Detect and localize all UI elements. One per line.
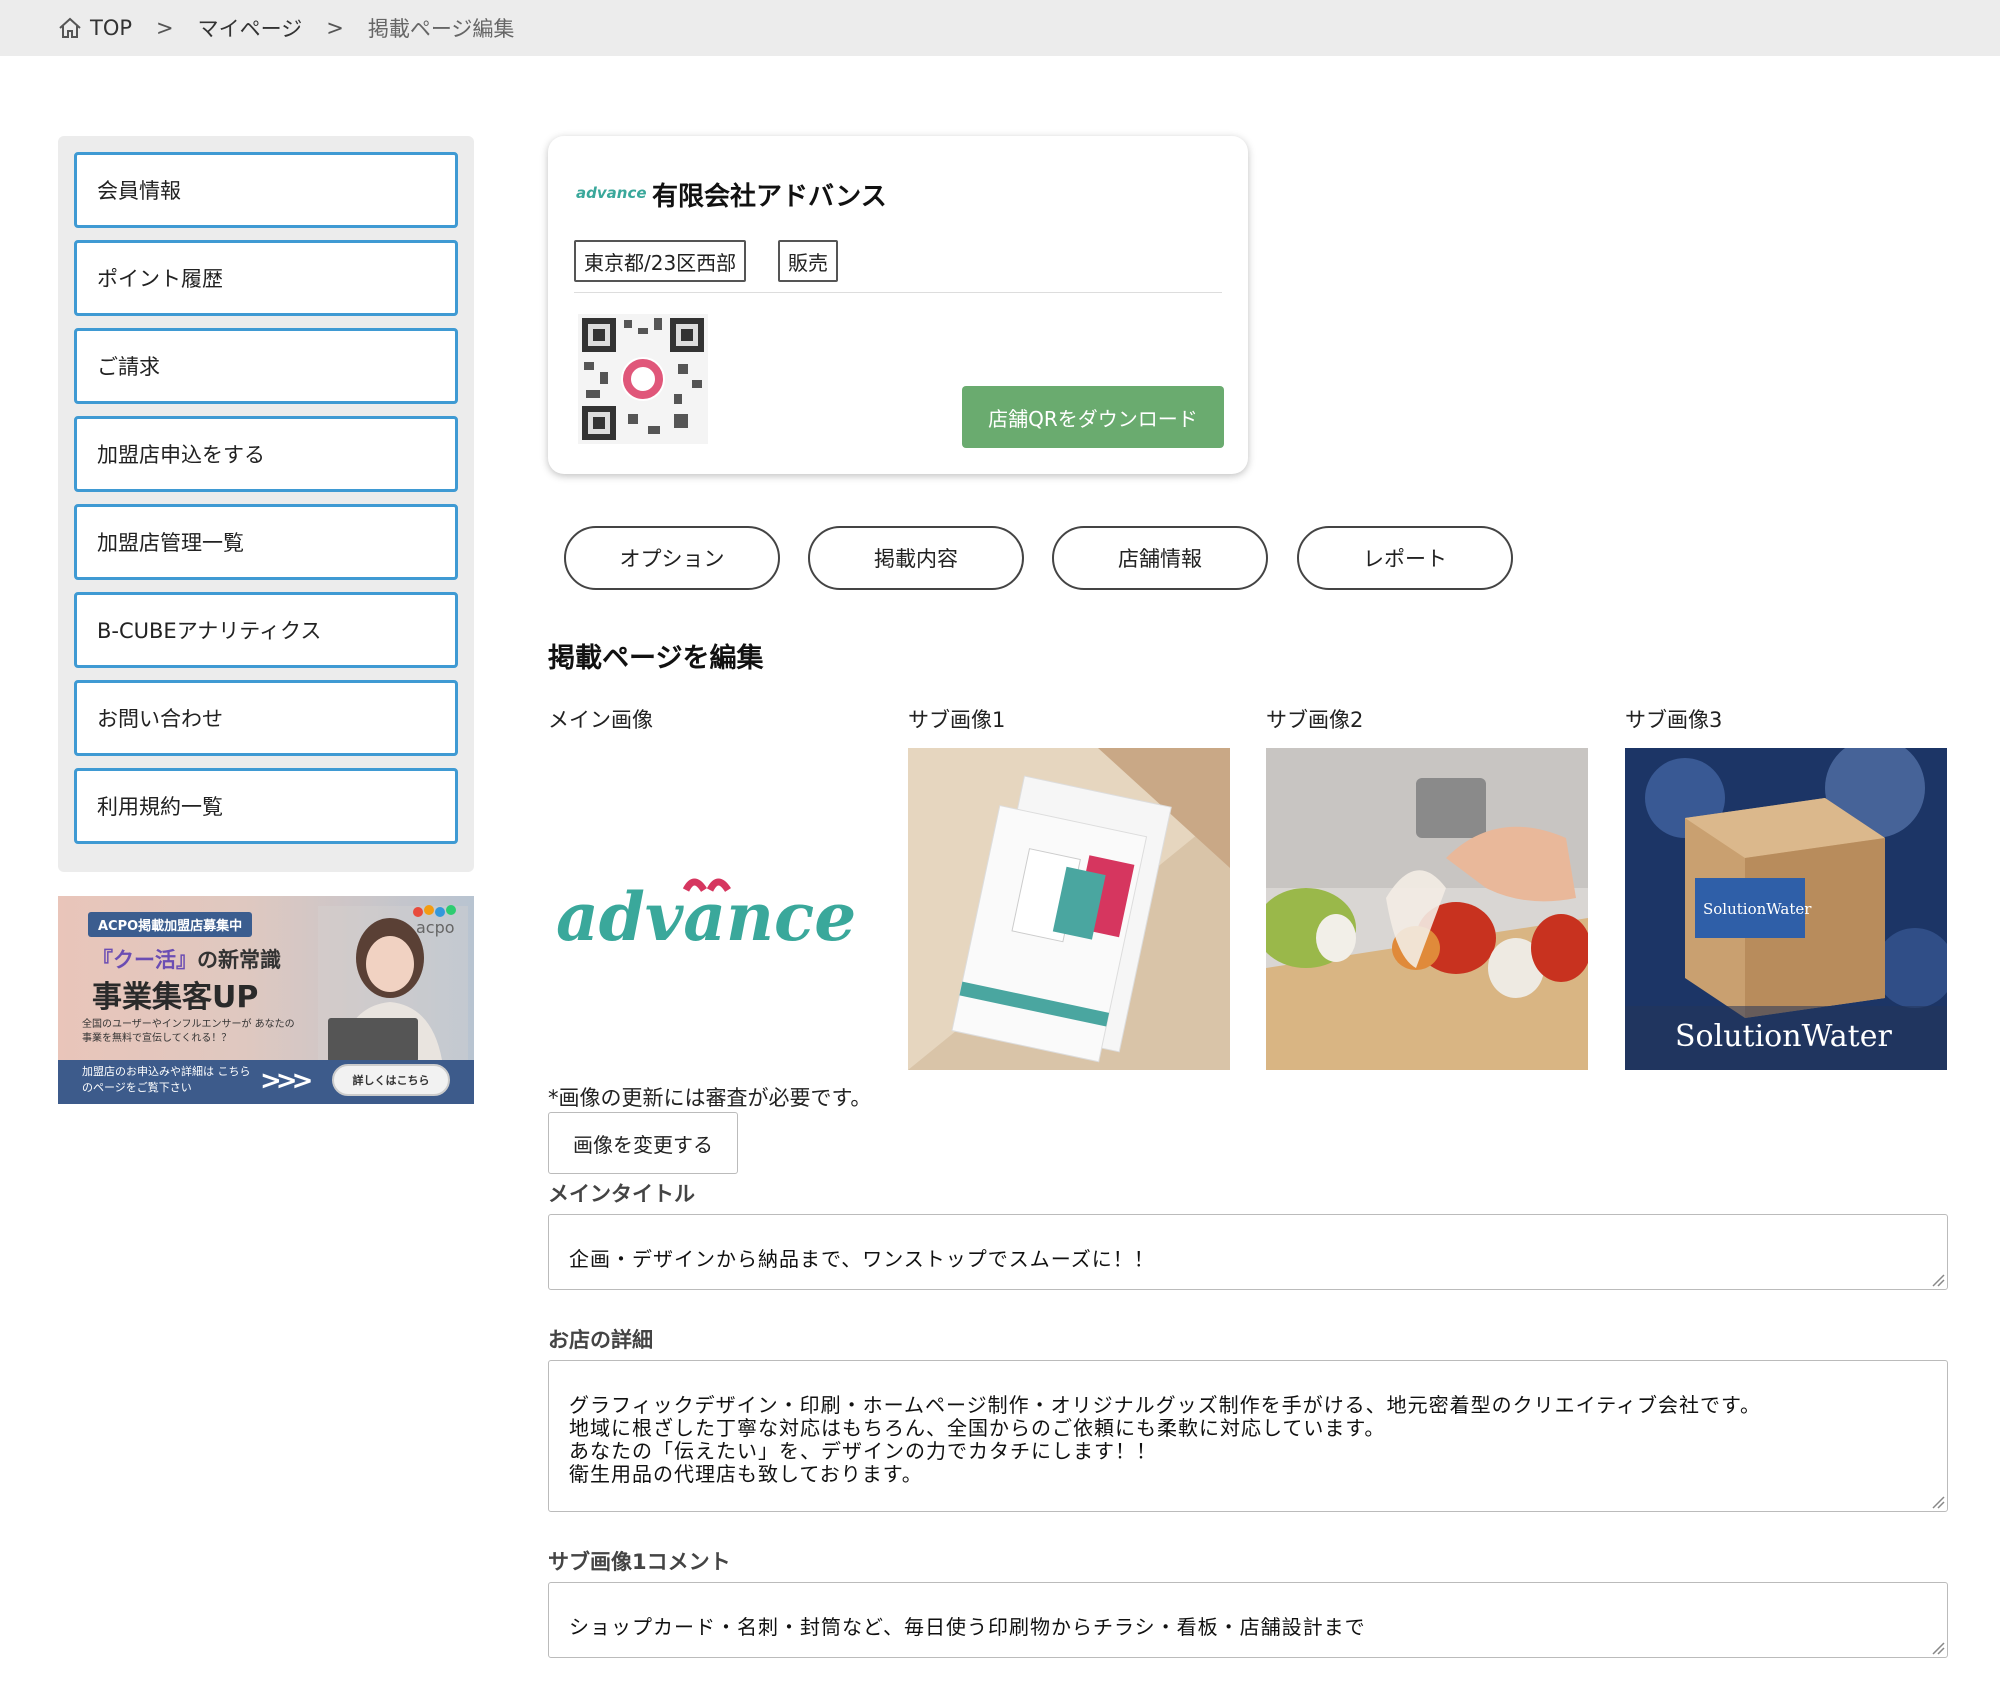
sidebar: 会員情報 ポイント履歴 ご請求 加盟店申込をする 加盟店管理一覧 B-CUBEア…	[58, 136, 474, 872]
qr-code-icon	[578, 314, 708, 444]
store-area-tag: 東京都/23区西部	[574, 240, 747, 282]
sidebar-item-member-info[interactable]: 会員情報	[74, 152, 458, 228]
sub1-comment-field[interactable]: ショップカード・名刺・封筒など、毎日使う印刷物からチラシ・看板・店舗設計まで	[548, 1582, 1948, 1658]
resize-grip-icon[interactable]	[1931, 1495, 1945, 1509]
sidebar-item-label: 加盟店申込をする	[97, 443, 265, 467]
qr-download-button[interactable]: 店舗QRをダウンロード	[962, 386, 1224, 448]
acpo-logo-text: acpo	[416, 918, 455, 937]
breadcrumb: TOP > マイページ > 掲載ページ編集	[0, 0, 2000, 56]
image-review-note: *画像の更新には審査が必要です。	[548, 1086, 872, 1110]
sidebar-item-label: B-CUBEアナリティクス	[97, 619, 322, 643]
kitchen-photo	[1266, 748, 1588, 1070]
main-image: advance	[548, 748, 870, 1070]
sidebar-item-label: ポイント履歴	[97, 267, 223, 291]
sidebar-item-label: ご請求	[97, 355, 160, 379]
sidebar-item-point-history[interactable]: ポイント履歴	[74, 240, 458, 316]
store-detail-label: お店の詳細	[548, 1328, 653, 1352]
sidebar-item-contact[interactable]: お問い合わせ	[74, 680, 458, 756]
tab-listing-content[interactable]: 掲載内容	[808, 526, 1024, 590]
tab-report[interactable]: レポート	[1297, 526, 1513, 590]
breadcrumb-mypage-link[interactable]: マイページ	[198, 13, 303, 43]
banner-subtext: 全国のユーザーやインフルエンサーが あなたの事業を無料で宣伝してくれる！？	[82, 1019, 295, 1044]
sidebar-item-label: お問い合わせ	[97, 707, 223, 731]
svg-text:SolutionWater: SolutionWater	[1703, 900, 1812, 918]
main-title-label: メインタイトル	[548, 1182, 695, 1206]
store-detail-field[interactable]: グラフィックデザイン・印刷・ホームページ制作・オリジナルグッズ制作を手がける、地…	[548, 1360, 1948, 1512]
banner-headline: 『クー活』の新常識	[92, 948, 281, 972]
breadcrumb-separator: >	[326, 16, 344, 40]
sub1-comment-label: サブ画像1コメント	[548, 1550, 731, 1574]
resize-grip-icon[interactable]	[1931, 1641, 1945, 1655]
svg-text:SolutionWater: SolutionWater	[1675, 1019, 1892, 1054]
breadcrumb-top-link[interactable]: TOP	[90, 16, 132, 40]
sub-image-2-label: サブ画像2	[1266, 708, 1364, 732]
store-detail-value: グラフィックデザイン・印刷・ホームページ制作・オリジナルグッズ制作を手がける、地…	[569, 1393, 1761, 1486]
recruit-banner[interactable]: acpo ACPO掲載加盟店募集中 『クー活』の新常識 事業集客UP 全国のユー…	[58, 896, 474, 1104]
sidebar-item-terms[interactable]: 利用規約一覧	[74, 768, 458, 844]
sub-image-1-label: サブ画像1	[908, 708, 1006, 732]
banner-more-button[interactable]: 詳しくはこちら	[332, 1064, 450, 1096]
sidebar-item-label: 会員情報	[97, 179, 181, 203]
sidebar-item-member-store-list[interactable]: 加盟店管理一覧	[74, 504, 458, 580]
tab-options[interactable]: オプション	[564, 526, 780, 590]
breadcrumb-separator: >	[156, 16, 174, 40]
sidebar-item-label: 加盟店管理一覧	[97, 531, 244, 555]
main-title-field[interactable]: 企画・デザインから納品まで、ワンストップでスムーズに！！	[548, 1214, 1948, 1290]
store-card: advance 有限会社アドバンス 東京都/23区西部 販売 店舗QRをダウンロ…	[548, 136, 1248, 474]
main-title-value: 企画・デザインから納品まで、ワンストップでスムーズに！！	[569, 1247, 1155, 1271]
banner-tag: ACPO掲載加盟店募集中	[88, 912, 253, 937]
breadcrumb-current: 掲載ページ編集	[367, 17, 515, 41]
banner-bottom-text: 加盟店のお申込みや詳細は こちらのページをご覧下さい	[82, 1065, 251, 1094]
sub1-comment-value: ショップカード・名刺・封筒など、毎日使う印刷物からチラシ・看板・店舗設計まで	[569, 1615, 1366, 1639]
change-image-button[interactable]: 画像を変更する	[548, 1112, 738, 1174]
sub-image-2	[1266, 748, 1588, 1070]
sub-image-3-label: サブ画像3	[1625, 708, 1723, 732]
sub-image-1	[908, 748, 1230, 1070]
store-category-tag: 販売	[778, 240, 838, 282]
solution-water-photo: SolutionWater SolutionWater	[1625, 748, 1947, 1070]
sub-image-3: SolutionWater SolutionWater	[1625, 748, 1947, 1070]
store-logo: advance	[576, 184, 647, 202]
advance-logo-image: advance	[548, 748, 870, 1070]
divider	[574, 292, 1222, 293]
tab-store-info[interactable]: 店舗情報	[1052, 526, 1268, 590]
resize-grip-icon[interactable]	[1931, 1273, 1945, 1287]
sidebar-item-member-store-apply[interactable]: 加盟店申込をする	[74, 416, 458, 492]
sidebar-item-label: 利用規約一覧	[97, 795, 223, 819]
sidebar-item-analytics[interactable]: B-CUBEアナリティクス	[74, 592, 458, 668]
main-image-label: メイン画像	[548, 708, 653, 732]
page-title: 掲載ページを編集	[548, 643, 764, 674]
stationery-photo	[908, 748, 1230, 1070]
svg-text:advance: advance	[556, 878, 856, 956]
home-icon[interactable]	[58, 17, 82, 39]
store-name: 有限会社アドバンス	[652, 182, 887, 212]
sidebar-item-billing[interactable]: ご請求	[74, 328, 458, 404]
banner-title: 事業集客UP	[92, 980, 259, 1015]
chevron-right-icon: >>>	[260, 1066, 313, 1096]
